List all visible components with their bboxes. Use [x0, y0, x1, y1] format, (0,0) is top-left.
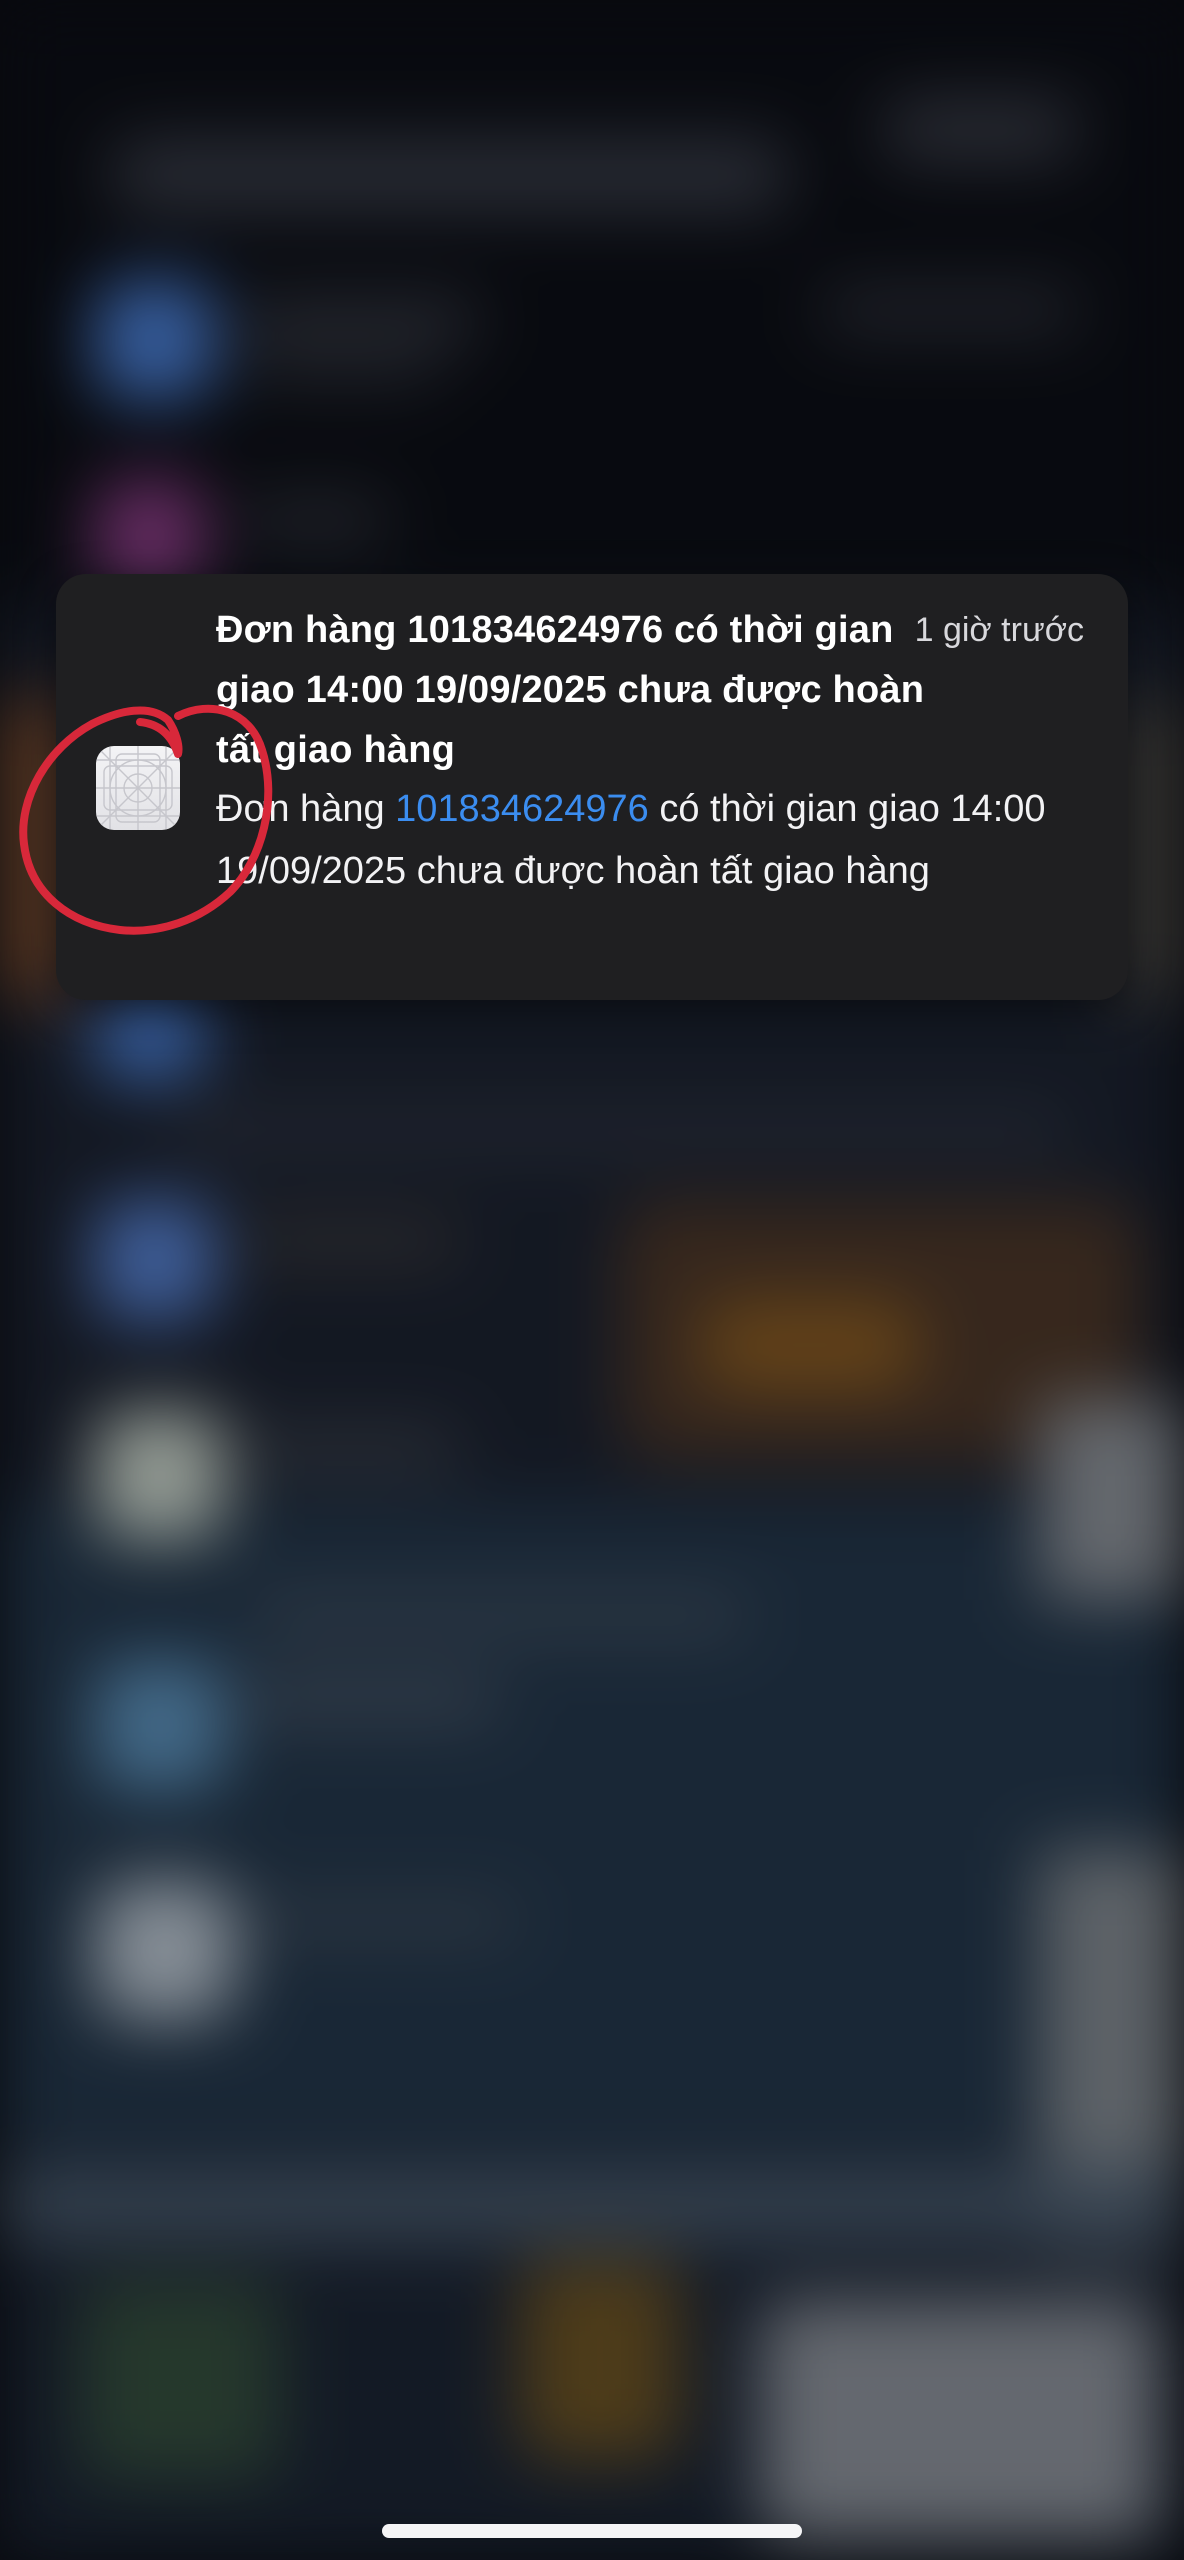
phone-screen: Đơn hàng 101834624976 có thời gian giao … — [0, 0, 1184, 2560]
notification-timestamp: 1 giờ trước — [914, 611, 1084, 649]
notification-body-prefix: Đơn hàng — [216, 788, 396, 830]
notification-banner[interactable]: Đơn hàng 101834624976 có thời gian giao … — [56, 574, 1128, 1000]
home-indicator-bar[interactable] — [382, 2524, 802, 2538]
notification-body: Đơn hàng 101834624976 có thời gian giao … — [216, 778, 1096, 902]
order-number-link[interactable]: 101834624976 — [395, 788, 649, 830]
notification-title: Đơn hàng 101834624976 có thời gian giao … — [216, 609, 925, 771]
placeholder-app-icon — [96, 746, 180, 830]
background-dim-overlay — [0, 0, 1184, 2560]
